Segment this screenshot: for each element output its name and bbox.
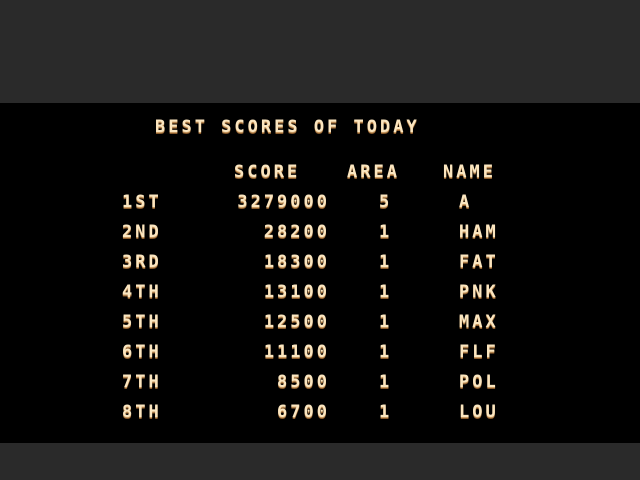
score-value: 6700 [277, 402, 330, 422]
score-row: 5TH 12500 1 MAX [0, 312, 640, 342]
rank-label: 2ND [122, 222, 162, 242]
rank-label: 3RD [122, 252, 162, 272]
score-value: 3279000 [237, 192, 330, 212]
score-column-header: SCORE [234, 162, 301, 182]
area-value: 1 [379, 252, 393, 272]
letterbox-top [0, 0, 640, 103]
high-score-title: BEST SCORES OF TODAY [155, 117, 420, 137]
rank-label: 4TH [122, 282, 162, 302]
score-value: 28200 [263, 222, 330, 242]
area-column-header: AREA [347, 162, 400, 182]
score-row: 2ND 28200 1 HAM [0, 222, 640, 252]
score-value: 13100 [263, 282, 330, 302]
player-name: FAT [459, 252, 499, 272]
player-name: FLF [459, 342, 499, 362]
score-row: 6TH 11100 1 FLF [0, 342, 640, 372]
score-row: 7TH 8500 1 POL [0, 372, 640, 402]
score-value: 8500 [277, 372, 330, 392]
player-name: PNK [459, 282, 499, 302]
area-value: 1 [379, 222, 393, 242]
score-value: 11100 [263, 342, 330, 362]
player-name: A [459, 192, 473, 212]
score-value: 12500 [263, 312, 330, 332]
score-row: 4TH 13100 1 PNK [0, 282, 640, 312]
rank-label: 6TH [122, 342, 162, 362]
player-name: HAM [459, 222, 499, 242]
score-value: 18300 [263, 252, 330, 272]
letterbox-bottom [0, 443, 640, 480]
score-row: 8TH 6700 1 LOU [0, 402, 640, 432]
rank-label: 7TH [122, 372, 162, 392]
rank-label: 5TH [122, 312, 162, 332]
area-value: 1 [379, 342, 393, 362]
area-value: 1 [379, 372, 393, 392]
rank-label: 1ST [122, 192, 162, 212]
score-row: 3RD 18300 1 FAT [0, 252, 640, 282]
score-row: 1ST 3279000 5 A [0, 192, 640, 222]
player-name: POL [459, 372, 499, 392]
area-value: 5 [379, 192, 393, 212]
area-value: 1 [379, 312, 393, 332]
player-name: LOU [459, 402, 499, 422]
area-value: 1 [379, 402, 393, 422]
rank-label: 8TH [122, 402, 162, 422]
area-value: 1 [379, 282, 393, 302]
name-column-header: NAME [443, 162, 496, 182]
player-name: MAX [459, 312, 499, 332]
